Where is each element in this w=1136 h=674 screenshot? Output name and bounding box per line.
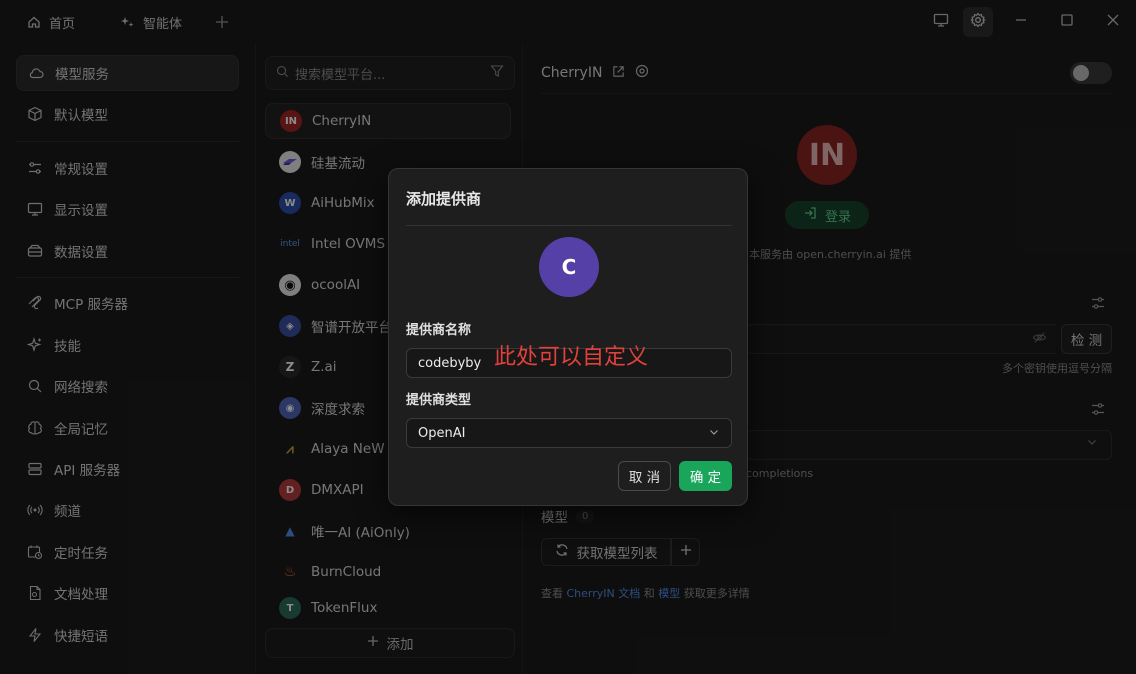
provider-avatar[interactable]: C: [539, 237, 599, 297]
provider-type-value: OpenAI: [418, 425, 466, 441]
app-window: 首页 智能体 模型服务 默认模型 常规设置 显示设置 数据设置 MCP 服务器 …: [0, 0, 1136, 674]
provider-type-select[interactable]: OpenAI: [406, 418, 732, 448]
dialog-title: 添加提供商: [406, 190, 482, 208]
confirm-button[interactable]: 确 定: [679, 461, 732, 491]
provider-name-value: codebyby: [418, 355, 482, 371]
add-provider-dialog: 添加提供商 C 提供商名称 codebyby 此处可以自定义 提供商类型 Ope…: [388, 168, 748, 506]
custom-annotation: 此处可以自定义: [494, 345, 649, 370]
dialog-divider: [406, 225, 732, 226]
chevron-down-icon: [708, 426, 720, 441]
provider-type-label: 提供商类型: [406, 393, 472, 408]
provider-name-label: 提供商名称: [406, 323, 472, 338]
cancel-button[interactable]: 取 消: [618, 461, 671, 491]
